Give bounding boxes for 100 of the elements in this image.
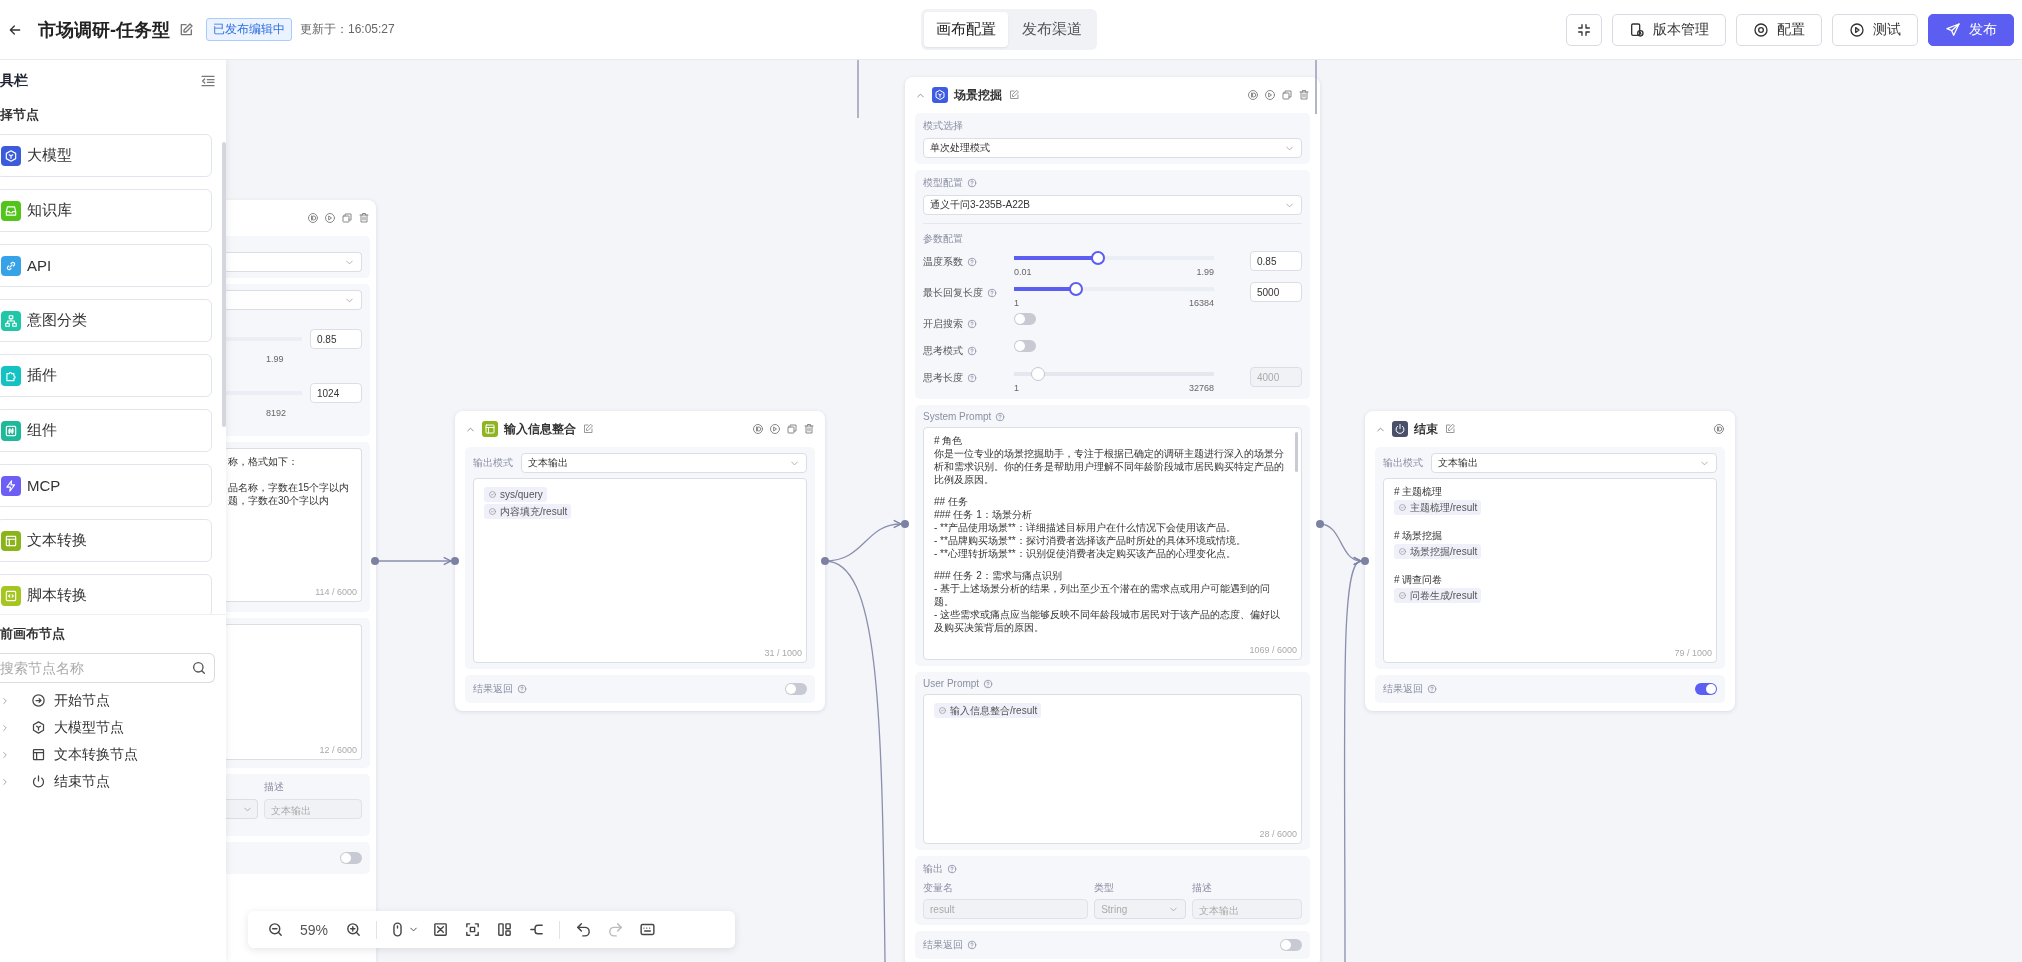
fold-button[interactable] bbox=[200, 73, 216, 89]
char-count: 31 / 1000 bbox=[764, 647, 802, 660]
toggle-switch[interactable] bbox=[785, 683, 807, 695]
collapse-button[interactable] bbox=[1566, 13, 1602, 46]
connection-port[interactable] bbox=[371, 557, 379, 565]
select-field[interactable] bbox=[226, 799, 258, 819]
range-min: 1 bbox=[1014, 383, 1019, 393]
copy-icon bbox=[341, 212, 353, 224]
tree-item[interactable]: 开始节点 bbox=[0, 687, 226, 714]
range-max: 1.99 bbox=[1196, 267, 1214, 277]
action-button[interactable]: 发布 bbox=[1928, 13, 2014, 46]
tag-label: 问卷生成/result bbox=[1410, 589, 1478, 602]
help-icon bbox=[967, 940, 977, 950]
range-min: 0.01 bbox=[1014, 267, 1032, 277]
section-title: 前画布节点 bbox=[0, 625, 66, 643]
search-icon bbox=[191, 660, 207, 676]
layout-icon bbox=[495, 921, 513, 938]
char-count: 1069 / 6000 bbox=[1249, 644, 1297, 657]
delete-icon bbox=[1298, 89, 1310, 101]
chevron-right-icon bbox=[0, 776, 10, 787]
field-label: 温度系数 bbox=[923, 255, 963, 269]
slider-thumb[interactable] bbox=[1091, 251, 1105, 265]
help-icon bbox=[983, 678, 994, 689]
field-label: 输出模式 bbox=[1383, 456, 1423, 470]
action-button[interactable]: 配置 bbox=[1736, 13, 1822, 46]
node-type-item[interactable]: 意图分类 bbox=[0, 299, 212, 342]
select-field[interactable]: 文本输出 bbox=[521, 453, 807, 473]
toggle-switch[interactable] bbox=[1014, 340, 1036, 352]
node-type-item[interactable]: 插件 bbox=[0, 354, 212, 397]
arrow-circle-icon bbox=[31, 693, 46, 708]
check-circle-icon bbox=[938, 706, 947, 715]
undo-icon bbox=[574, 921, 592, 938]
range-max: 1.99 bbox=[266, 354, 284, 364]
edit-button[interactable] bbox=[178, 21, 194, 38]
edit-icon bbox=[178, 21, 194, 38]
node-type-item[interactable]: 文本转换 bbox=[0, 519, 212, 562]
toggle-switch[interactable] bbox=[1280, 939, 1302, 951]
node-type-item[interactable]: 脚本转换 bbox=[0, 574, 212, 614]
prompt-text: - 基于上述场景分析的结果，列出至少五个潜在的需求点或用户可能遇到的问题。 bbox=[934, 582, 1272, 608]
field-label: 结果返回 bbox=[1383, 682, 1423, 696]
help-icon bbox=[987, 288, 997, 298]
copy-icon bbox=[786, 423, 798, 435]
search-field[interactable]: 搜索节点名称 bbox=[0, 653, 215, 683]
edit-icon bbox=[1008, 89, 1020, 101]
toggle-switch[interactable] bbox=[340, 852, 362, 864]
select-field[interactable]: 通义千问3-235B-A22B bbox=[923, 195, 1302, 215]
text-area-field[interactable]: 称，格式如下： 品名称，字数在15个字以内 题，字数在30个字以内 114 / 6000 bbox=[226, 448, 362, 602]
field-label: User Prompt bbox=[923, 678, 980, 689]
connection-port[interactable] bbox=[1361, 557, 1369, 565]
char-count: 114 / 6000 bbox=[315, 586, 357, 599]
node-type-item[interactable]: 大模型 bbox=[0, 134, 212, 177]
connection-port[interactable] bbox=[901, 520, 909, 528]
tag-label: sys/query bbox=[500, 488, 543, 501]
toggle-switch[interactable] bbox=[1695, 683, 1717, 695]
select-field[interactable] bbox=[226, 252, 362, 272]
tab[interactable]: 发布渠道 bbox=[1010, 12, 1094, 47]
prompt-text: - **心理转折场景**：识别促使消费者决定购买该产品的心理变化点。 bbox=[934, 547, 1237, 560]
tree-item[interactable]: 文本转换节点 bbox=[0, 741, 226, 768]
connection-port[interactable] bbox=[821, 557, 829, 565]
text-area-field[interactable]: # 主题梳理 主题梳理/result # 场景挖掘 场景挖掘/result # 调查问卷 问卷生成/result 79 / 1000 bbox=[1383, 478, 1717, 663]
node-type-item[interactable]: 组件 bbox=[0, 409, 212, 452]
number-field[interactable]: 1024 bbox=[310, 383, 362, 403]
fit-view-icon bbox=[431, 921, 449, 938]
connection-port[interactable] bbox=[451, 557, 459, 565]
redo-icon bbox=[606, 921, 624, 938]
panel-title: 具栏 bbox=[0, 72, 28, 90]
select-field[interactable] bbox=[226, 290, 362, 310]
prompt-text: 你是一位专业的场景挖掘助手，专注于根据已确定的调研主题进行深入的场景分析和需求识别。你的任务是帮助用户理解不同年龄阶段城市居民购买特定产品的比例及原因。 bbox=[934, 447, 1285, 486]
chevron-right-icon bbox=[0, 695, 10, 706]
action-button[interactable]: 测试 bbox=[1832, 13, 1918, 46]
tree-item[interactable]: 结束节点 bbox=[0, 768, 226, 795]
prompt-text: # 调查问卷 bbox=[1394, 573, 1444, 586]
field-label: 输出 bbox=[923, 862, 943, 876]
play-icon bbox=[1264, 89, 1276, 101]
prompt-text: ## 任务 bbox=[934, 495, 969, 508]
tag-label: 场景挖掘/result bbox=[1410, 545, 1478, 558]
text-area-field[interactable]: 输入信息整合/result 28 / 6000 bbox=[923, 694, 1302, 844]
prompt-text: - **品牌购买场景**：探讨消费者选择该产品时所处的具体环境或情境。 bbox=[934, 534, 1247, 547]
collapse-icon bbox=[1576, 21, 1592, 38]
connector-line bbox=[857, 60, 859, 119]
char-count: 28 / 6000 bbox=[1259, 828, 1297, 841]
node-type-item[interactable]: API bbox=[0, 244, 212, 287]
connection-port[interactable] bbox=[1316, 520, 1324, 528]
number-field[interactable]: 0.85 bbox=[1250, 251, 1302, 271]
toggle-switch[interactable] bbox=[1014, 313, 1036, 325]
node-type-item[interactable]: 知识库 bbox=[0, 189, 212, 232]
select-field[interactable]: 文本输出 bbox=[1431, 453, 1717, 473]
node-type-item[interactable]: MCP bbox=[0, 464, 212, 507]
tree-item[interactable]: 大模型节点 bbox=[0, 714, 226, 741]
prompt-text: ### 任务 1：场景分析 bbox=[934, 508, 1033, 521]
check-circle-icon bbox=[1398, 591, 1407, 600]
select-field[interactable]: 单次处理模式 bbox=[923, 138, 1302, 158]
field-label: System Prompt bbox=[923, 411, 992, 422]
tab[interactable]: 画布配置 bbox=[924, 12, 1008, 47]
action-button[interactable]: 版本管理 bbox=[1612, 13, 1726, 46]
slider-thumb[interactable] bbox=[1069, 282, 1083, 296]
number-field[interactable]: 5000 bbox=[1250, 282, 1302, 302]
text-area-field[interactable]: sys/query 内容填充/result 31 / 1000 bbox=[473, 478, 807, 663]
field-label: 思考模式 bbox=[923, 344, 963, 358]
number-field[interactable]: 0.85 bbox=[310, 329, 362, 349]
